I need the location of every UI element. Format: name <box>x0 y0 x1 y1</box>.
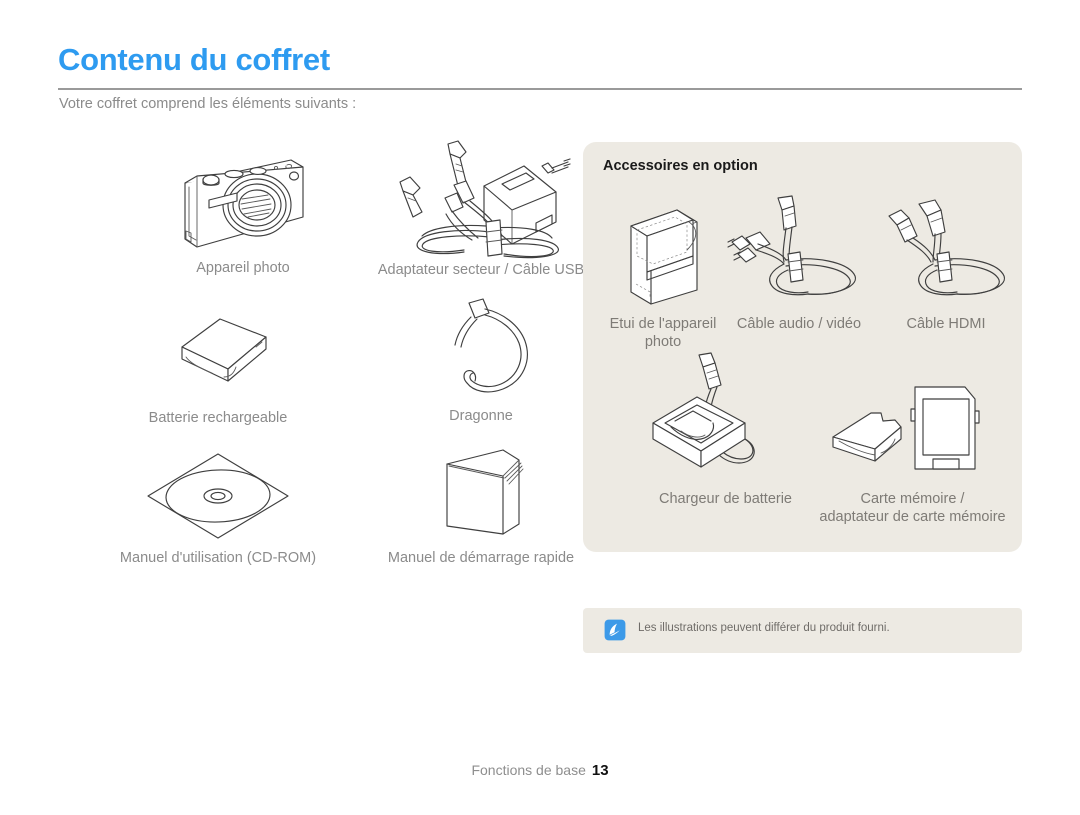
optional-accessories-title: Accessoires en option <box>603 158 758 174</box>
battery-icon <box>80 292 356 410</box>
optional-item-memory-card: Carte mémoire / adaptateur de carte mémo… <box>805 350 1020 526</box>
footer-page-number: 13 <box>591 762 609 779</box>
optional-item-label: Etui de l'appareil photo <box>593 315 733 351</box>
included-item-label: Manuel de démarrage rapide <box>387 550 575 566</box>
page-footer: Fonctions de base 13 <box>0 762 1080 780</box>
optional-item-label: Câble audio / vidéo <box>736 316 862 332</box>
wrist-strap-icon <box>343 290 619 408</box>
included-item-cdrom: Manuel d'utilisation (CD-ROM) <box>80 440 356 568</box>
camera-icon <box>105 142 381 260</box>
included-item-ac-adapter: Adaptateur secteur / Câble USB <box>343 140 619 280</box>
included-item-quickstart: Manuel de démarrage rapide <box>343 440 619 568</box>
optional-item-label: Chargeur de batterie <box>659 491 792 507</box>
note-text: Les illustrations peuvent différer du pr… <box>638 622 890 634</box>
av-cable-icon <box>719 190 879 315</box>
included-item-label: Dragonne <box>449 408 513 424</box>
included-items-grid: Appareil photo Adaptateur secteur / Câbl… <box>58 140 584 610</box>
included-item-label: Adaptateur secteur / Câble USB <box>377 262 585 278</box>
ac-adapter-usb-cable-icon <box>343 140 619 262</box>
optional-item-camera-case: Etui de l'appareil photo <box>593 190 733 351</box>
page-title: Contenu du coffret <box>58 42 330 77</box>
optional-item-av-cable: Câble audio / vidéo <box>719 190 879 333</box>
optional-item-label-line2: adaptateur de carte mémoire <box>819 509 1006 526</box>
title-divider <box>58 88 1022 90</box>
battery-charger-icon <box>618 350 833 490</box>
included-item-camera: Appareil photo <box>105 142 381 278</box>
included-item-label: Appareil photo <box>196 260 290 276</box>
optional-item-hdmi-cable: Câble HDMI <box>871 190 1021 333</box>
memory-card-icon <box>805 350 1020 490</box>
optional-item-label: Carte mémoire / adaptateur de carte mémo… <box>805 490 1020 526</box>
hdmi-cable-icon <box>871 190 1021 315</box>
included-item-label: Manuel d'utilisation (CD-ROM) <box>119 550 317 566</box>
included-item-label: Batterie rechargeable <box>148 410 288 426</box>
included-item-strap: Dragonne <box>343 290 619 426</box>
included-item-battery: Batterie rechargeable <box>80 292 356 428</box>
optional-item-label-line2: photo <box>644 334 682 351</box>
quick-start-manual-icon <box>343 440 619 550</box>
page-subtitle: Votre coffret comprend les éléments suiv… <box>59 96 357 112</box>
note-box: Les illustrations peuvent différer du pr… <box>583 608 1022 653</box>
optional-accessories-panel: Accessoires en option Etui de l'appareil… <box>583 142 1022 552</box>
camera-case-icon <box>593 190 733 315</box>
cd-rom-icon <box>80 440 356 550</box>
optional-item-label-line1: Carte mémoire / <box>860 491 965 507</box>
optional-item-label: Câble HDMI <box>906 316 986 332</box>
optional-item-label-line1: Etui de l'appareil <box>609 316 717 332</box>
optional-item-battery-charger: Chargeur de batterie <box>618 350 833 508</box>
footer-chapter: Fonctions de base <box>471 762 586 778</box>
note-pen-icon <box>604 619 626 641</box>
